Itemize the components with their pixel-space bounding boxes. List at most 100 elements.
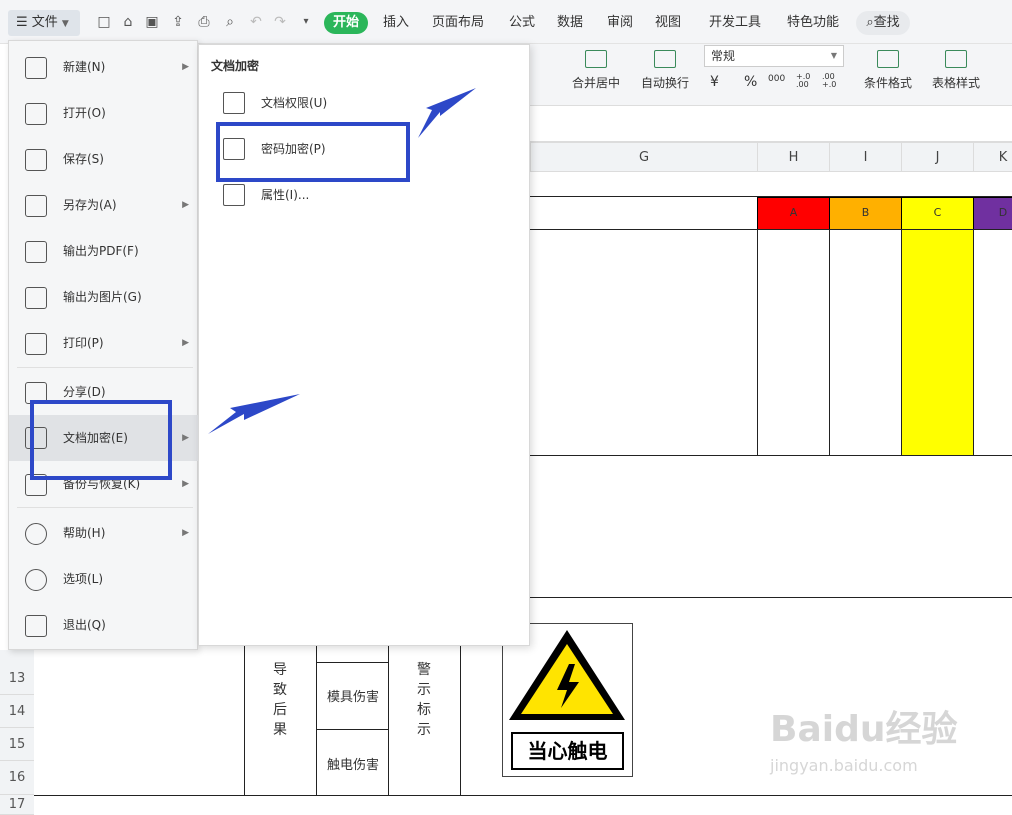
undo-icon[interactable]: ↶ xyxy=(248,14,264,30)
legend-b[interactable]: B xyxy=(829,197,902,230)
cell-h-body[interactable] xyxy=(757,229,830,456)
highlight-box-encrypt xyxy=(30,400,172,480)
image-export-icon xyxy=(25,287,47,309)
row-header-14[interactable]: 14 xyxy=(0,695,34,728)
search-button[interactable]: ⌕查找 xyxy=(856,11,910,35)
column-header-k[interactable]: K xyxy=(973,142,1012,172)
table-style-icon xyxy=(945,50,967,68)
menu-item-help[interactable]: 帮助(H) ▶ xyxy=(9,513,199,553)
table-style-button[interactable]: 表格样式 xyxy=(926,50,986,91)
table-border xyxy=(316,646,317,796)
save-icon xyxy=(25,149,47,171)
harm-mold-label: 模具伤害 xyxy=(326,690,379,705)
warning-label: 警示标示 xyxy=(417,662,431,738)
menu-item-export-pdf[interactable]: 输出为PDF(F) xyxy=(9,231,199,271)
tab-review[interactable]: 审阅 xyxy=(602,12,638,34)
menu-item-export-image[interactable]: 输出为图片(G) xyxy=(9,277,199,317)
export-icon[interactable]: ⇪ xyxy=(170,14,186,30)
chevron-right-icon: ▶ xyxy=(182,200,189,210)
wrap-text-icon xyxy=(654,50,676,68)
menu-item-save-as[interactable]: 另存为(A) ▶ xyxy=(9,185,199,225)
cell-i-body[interactable] xyxy=(829,229,902,456)
menu-item-options[interactable]: 选项(L) xyxy=(9,559,199,599)
legend-d[interactable]: D xyxy=(973,197,1012,230)
tab-view[interactable]: 视图 xyxy=(650,12,686,34)
column-header-h[interactable]: H xyxy=(757,142,830,172)
cell-j-body[interactable] xyxy=(901,229,974,456)
menu-separator xyxy=(17,507,193,508)
hamburger-icon: ☰ xyxy=(16,15,32,30)
menu-item-new[interactable]: 新建(N) ▶ xyxy=(9,47,199,87)
increase-decimal-button[interactable]: +.0 .00 xyxy=(796,73,816,89)
folder-open-icon xyxy=(25,103,47,125)
column-header-i[interactable]: I xyxy=(829,142,902,172)
row-header-13[interactable]: 13 xyxy=(0,662,34,695)
save-icon[interactable]: ▣ xyxy=(144,14,160,30)
merge-cells-icon xyxy=(585,50,607,68)
print-icon xyxy=(25,333,47,355)
row-header-16[interactable]: 16 xyxy=(0,761,34,795)
submenu-item-properties[interactable]: 属性(I)... xyxy=(213,178,513,212)
submenu-title: 文档加密 xyxy=(211,59,260,73)
chevron-right-icon: ▶ xyxy=(182,528,189,538)
menu-item-open[interactable]: 打开(O) xyxy=(9,93,199,133)
tab-home[interactable]: 开始 xyxy=(324,12,368,34)
harm-electric-label: 触电伤害 xyxy=(326,758,379,773)
menu-item-print[interactable]: 打印(P) ▶ xyxy=(9,323,199,363)
document-permission-icon xyxy=(223,92,245,114)
exit-icon xyxy=(25,615,47,637)
result-label: 导致后果 xyxy=(273,662,287,738)
conditional-format-button[interactable]: 条件格式 xyxy=(858,50,918,91)
chevron-down-icon: ▼ xyxy=(830,51,837,60)
tab-formula[interactable]: 公式 xyxy=(504,12,540,34)
electric-warning-sign[interactable]: 当心触电 xyxy=(502,623,633,777)
open-folder-icon[interactable]: ⌂ xyxy=(120,14,136,30)
legend-a[interactable]: A xyxy=(757,197,830,230)
properties-icon xyxy=(223,184,245,206)
arrow-annotation-icon xyxy=(418,88,476,138)
percent-button[interactable]: % xyxy=(744,74,757,90)
menu-item-save[interactable]: 保存(S) xyxy=(9,139,199,179)
menu-separator xyxy=(17,367,193,368)
column-header-g[interactable]: G xyxy=(530,142,758,172)
new-doc-icon[interactable]: □ xyxy=(96,14,112,30)
sign-text: 当心触电 xyxy=(511,732,624,770)
tab-data[interactable]: 数据 xyxy=(552,12,588,34)
currency-button[interactable]: ¥ xyxy=(710,74,719,90)
legend-c[interactable]: C xyxy=(901,197,974,230)
table-border xyxy=(316,729,388,730)
wrap-text-button[interactable]: 自动换行 xyxy=(636,50,694,91)
gear-icon xyxy=(25,569,47,591)
thousands-button[interactable]: 000 xyxy=(768,74,785,84)
row-header-17[interactable]: 17 xyxy=(0,795,34,815)
menu-item-exit[interactable]: 退出(Q) xyxy=(9,605,199,645)
help-icon xyxy=(25,523,47,545)
chevron-right-icon: ▶ xyxy=(182,338,189,348)
table-border xyxy=(316,662,388,663)
new-file-icon xyxy=(25,57,47,79)
tab-developer[interactable]: 开发工具 xyxy=(704,12,766,34)
table-border xyxy=(460,646,461,796)
table-border xyxy=(530,597,1012,598)
merge-center-button[interactable]: 合并居中 xyxy=(564,50,628,91)
cell-k-body[interactable] xyxy=(973,229,1012,456)
tab-insert[interactable]: 插入 xyxy=(378,12,414,34)
row-header-15[interactable]: 15 xyxy=(0,728,34,761)
tab-special[interactable]: 特色功能 xyxy=(782,12,844,34)
formula-bar[interactable] xyxy=(530,118,1012,142)
more-icon[interactable]: ▾ xyxy=(298,14,314,30)
preview-icon[interactable]: ⌕ xyxy=(222,14,238,30)
highlight-box-password xyxy=(216,122,410,182)
tab-page-layout[interactable]: 页面布局 xyxy=(428,12,488,34)
column-header-j[interactable]: J xyxy=(901,142,974,172)
conditional-format-icon xyxy=(877,50,899,68)
table-border xyxy=(388,646,389,796)
number-format-select[interactable]: 常规 ▼ xyxy=(704,45,844,67)
file-menu-button[interactable]: ☰ 文件 ▼ xyxy=(8,10,80,36)
redo-icon[interactable]: ↷ xyxy=(272,14,288,30)
chevron-right-icon: ▶ xyxy=(182,479,189,489)
pdf-export-icon xyxy=(25,241,47,263)
decrease-decimal-button[interactable]: .00 +.0 xyxy=(822,73,842,89)
chevron-right-icon: ▶ xyxy=(182,62,189,72)
print-icon[interactable]: ⎙ xyxy=(196,14,212,30)
